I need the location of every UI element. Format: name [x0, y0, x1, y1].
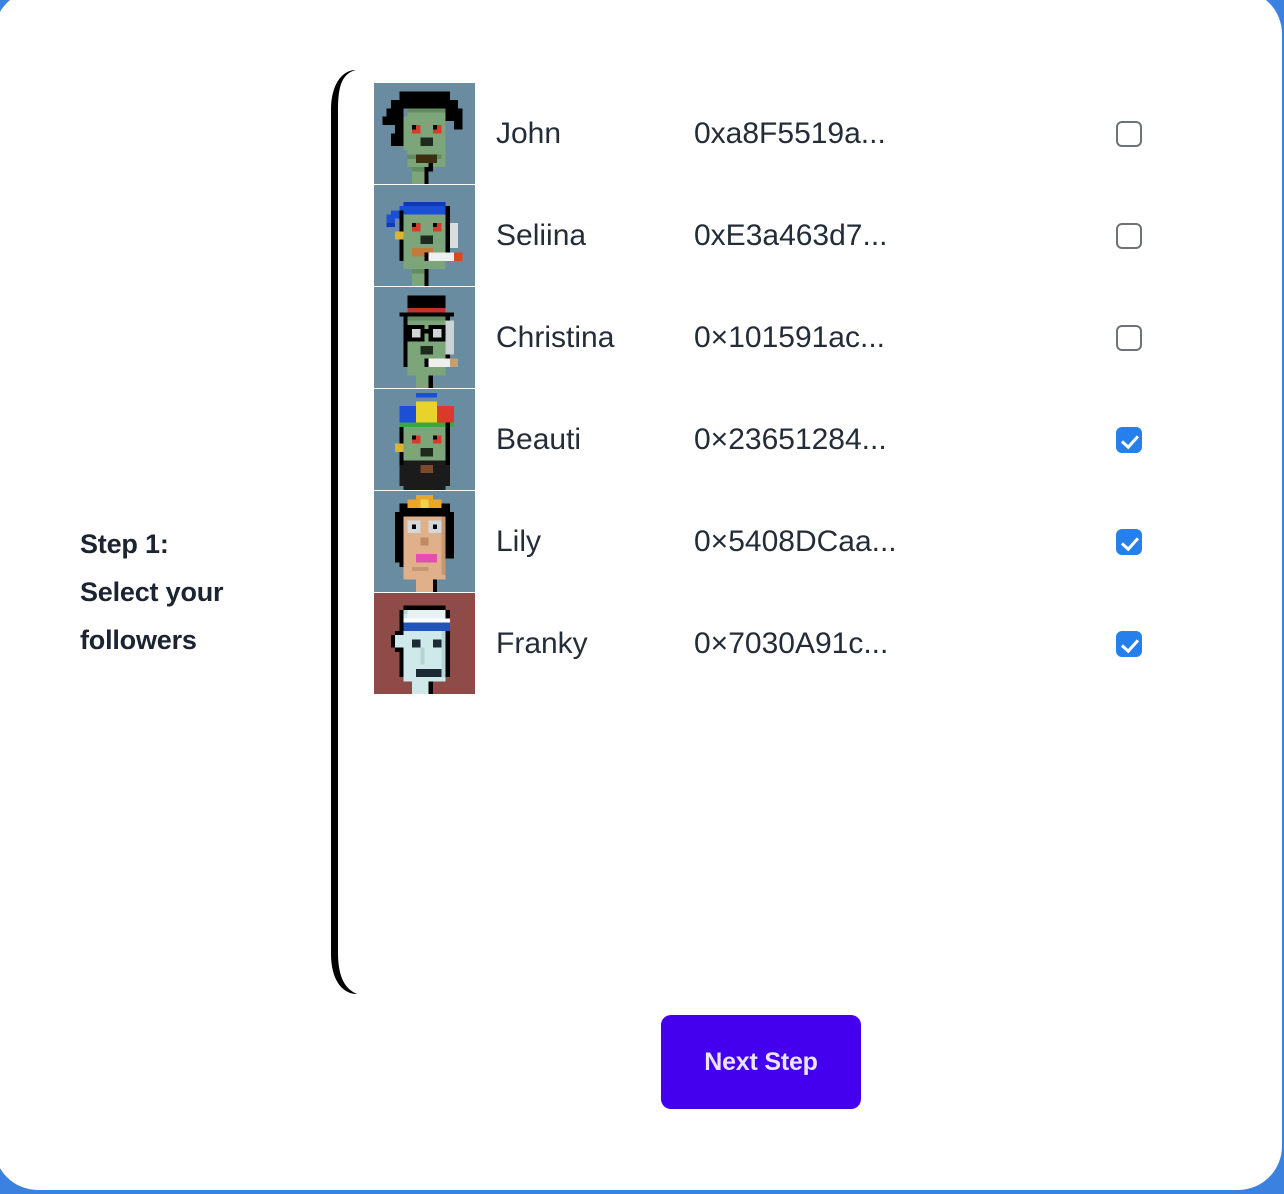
table-row[interactable]: Seliina 0xE3a463d7... — [374, 185, 1164, 286]
step-title-line-3: followers — [80, 625, 197, 655]
avatar — [374, 593, 475, 694]
follower-checkbox[interactable] — [1116, 529, 1142, 555]
avatar — [374, 389, 475, 490]
follower-name: Seliina — [496, 219, 587, 252]
avatar — [374, 491, 475, 592]
follower-name: Beauti — [496, 423, 582, 456]
follower-name: John — [496, 117, 562, 150]
follower-checkbox[interactable] — [1116, 325, 1142, 351]
follower-name: Franky — [496, 627, 588, 660]
avatar — [374, 185, 475, 286]
follower-address: 0×101591ac... — [694, 321, 886, 354]
step-title-line-1: Step 1: — [80, 529, 169, 559]
step-title-line-2: Select your — [80, 577, 224, 607]
step-container: Step 1: Select your followers John 0xa8F… — [0, 0, 1278, 1184]
table-row[interactable]: John 0xa8F5519a... — [374, 83, 1164, 184]
table-row[interactable]: Franky 0×7030A91c... — [374, 593, 1164, 694]
followers-list: John 0xa8F5519a... Seliina 0xE3a463d7...… — [374, 83, 1164, 695]
table-row[interactable]: Beauti 0×23651284... — [374, 389, 1164, 490]
step-title: Step 1: Select your followers — [80, 520, 310, 664]
follower-name: Christina — [496, 321, 615, 354]
table-row[interactable]: Lily 0×5408DCaa... — [374, 491, 1164, 592]
avatar — [374, 83, 475, 184]
follower-address: 0×5408DCaa... — [694, 525, 897, 558]
follower-checkbox[interactable] — [1116, 223, 1142, 249]
follower-address: 0×23651284... — [694, 423, 887, 456]
brace-bracket-decoration — [331, 70, 357, 994]
app-card: Step 1: Select your followers John 0xa8F… — [0, 0, 1282, 1190]
next-step-button[interactable]: Next Step — [661, 1015, 861, 1109]
table-row[interactable]: Christina 0×101591ac... — [374, 287, 1164, 388]
avatar — [374, 287, 475, 388]
follower-checkbox[interactable] — [1116, 427, 1142, 453]
follower-address: 0xE3a463d7... — [694, 219, 888, 252]
follower-checkbox[interactable] — [1116, 121, 1142, 147]
follower-name: Lily — [496, 525, 542, 558]
follower-address: 0×7030A91c... — [694, 627, 889, 660]
follower-address: 0xa8F5519a... — [694, 117, 886, 150]
follower-checkbox[interactable] — [1116, 631, 1142, 657]
